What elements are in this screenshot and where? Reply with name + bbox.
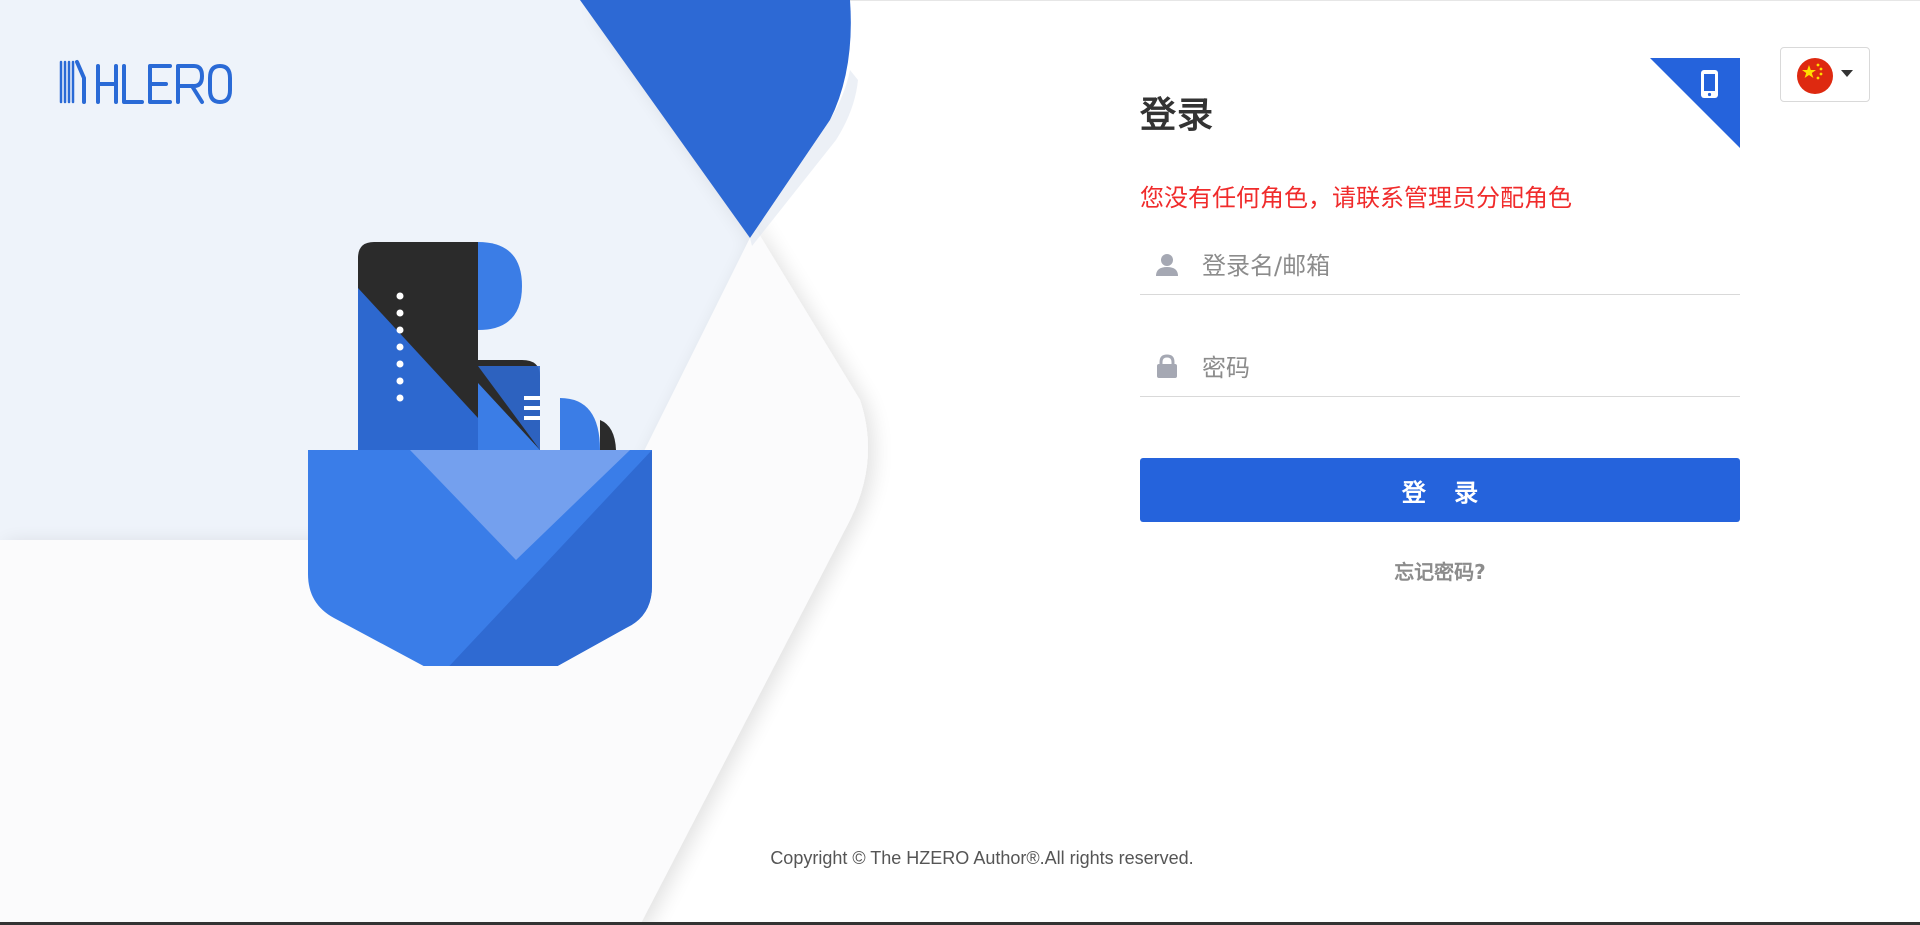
password-input[interactable]	[1200, 348, 1724, 388]
password-field-wrapper	[1140, 338, 1740, 397]
username-input[interactable]	[1200, 246, 1724, 286]
forgot-password-link[interactable]: 忘记密码?	[1140, 556, 1740, 585]
user-icon	[1156, 254, 1178, 276]
caret-down-icon	[1841, 70, 1853, 77]
language-select[interactable]	[1780, 47, 1870, 102]
mobile-phone-icon	[1701, 70, 1718, 98]
hzero-logo	[59, 60, 232, 104]
login-page: 登录 您没有任何角色，请联系管理员分配角色 登录名/邮箱 登 录 忘记密码? C…	[0, 0, 1920, 925]
copyright-footer: Copyright © The HZERO Author®.All rights…	[770, 848, 1194, 868]
username-field-wrapper	[1140, 236, 1740, 295]
login-button[interactable]: 登 录	[1140, 458, 1740, 522]
china-flag-icon	[1797, 58, 1833, 94]
error-message: 您没有任何角色，请联系管理员分配角色	[1140, 185, 1572, 212]
lock-icon	[1157, 354, 1177, 378]
hero-illustration	[308, 242, 652, 666]
mobile-login-toggle[interactable]	[1650, 58, 1740, 148]
login-title: 登录	[1140, 94, 1215, 135]
